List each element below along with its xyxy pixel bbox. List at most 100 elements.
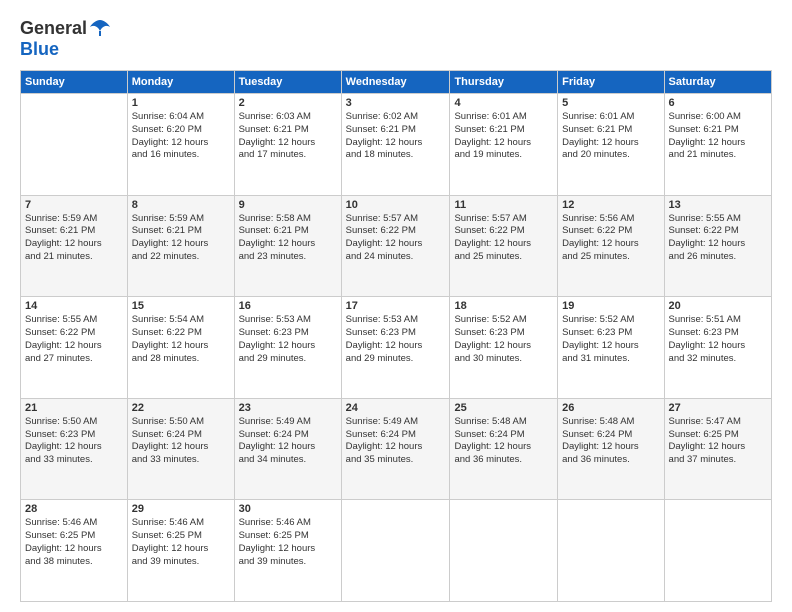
day-number: 27 — [669, 402, 767, 414]
day-number: 17 — [346, 300, 446, 312]
day-info: Sunrise: 5:49 AMSunset: 6:24 PMDaylight:… — [346, 416, 446, 467]
day-number: 16 — [239, 300, 337, 312]
day-info: Sunrise: 6:00 AMSunset: 6:21 PMDaylight:… — [669, 111, 767, 162]
day-info: Sunrise: 5:49 AMSunset: 6:24 PMDaylight:… — [239, 416, 337, 467]
day-number: 19 — [562, 300, 659, 312]
calendar-cell — [450, 500, 558, 602]
weekday-header: Thursday — [450, 71, 558, 94]
logo: General Blue — [20, 18, 111, 60]
day-info: Sunrise: 5:52 AMSunset: 6:23 PMDaylight:… — [562, 314, 659, 365]
day-number: 23 — [239, 402, 337, 414]
day-number: 4 — [454, 97, 553, 109]
logo-blue: Blue — [20, 39, 59, 60]
day-info: Sunrise: 5:53 AMSunset: 6:23 PMDaylight:… — [239, 314, 337, 365]
calendar-cell: 30 Sunrise: 5:46 AMSunset: 6:25 PMDayligh… — [234, 500, 341, 602]
header: General Blue — [20, 18, 772, 60]
calendar-week-row: 28 Sunrise: 5:46 AMSunset: 6:25 PMDayligh… — [21, 500, 772, 602]
calendar-cell: 3 Sunrise: 6:02 AMSunset: 6:21 PMDaylight… — [341, 94, 450, 196]
day-info: Sunrise: 5:58 AMSunset: 6:21 PMDaylight:… — [239, 213, 337, 264]
calendar-cell: 9 Sunrise: 5:58 AMSunset: 6:21 PMDaylight… — [234, 195, 341, 297]
calendar-cell: 13 Sunrise: 5:55 AMSunset: 6:22 PMDayligh… — [664, 195, 771, 297]
calendar-cell: 19 Sunrise: 5:52 AMSunset: 6:23 PMDayligh… — [558, 297, 664, 399]
calendar-week-row: 14Sunrise: 5:55 AMSunset: 6:22 PMDayligh… — [21, 297, 772, 399]
day-info: Sunrise: 5:47 AMSunset: 6:25 PMDaylight:… — [669, 416, 767, 467]
calendar-cell: 24 Sunrise: 5:49 AMSunset: 6:24 PMDayligh… — [341, 398, 450, 500]
day-number: 2 — [239, 97, 337, 109]
day-info: Sunrise: 5:57 AMSunset: 6:22 PMDaylight:… — [346, 213, 446, 264]
calendar-cell: 28 Sunrise: 5:46 AMSunset: 6:25 PMDayligh… — [21, 500, 128, 602]
day-info: Sunrise: 5:46 AMSunset: 6:25 PMDaylight:… — [239, 517, 337, 568]
day-info: Sunrise: 5:59 AMSunset: 6:21 PMDaylight:… — [25, 213, 123, 264]
calendar-cell: 10 Sunrise: 5:57 AMSunset: 6:22 PMDayligh… — [341, 195, 450, 297]
calendar-cell: 23 Sunrise: 5:49 AMSunset: 6:24 PMDayligh… — [234, 398, 341, 500]
calendar-cell: 1 Sunrise: 6:04 AMSunset: 6:20 PMDaylight… — [127, 94, 234, 196]
day-info: Sunrise: 5:50 AMSunset: 6:23 PMDaylight:… — [25, 416, 123, 467]
day-info: Sunrise: 5:57 AMSunset: 6:22 PMDaylight:… — [454, 213, 553, 264]
day-info: Sunrise: 5:54 AMSunset: 6:22 PMDaylight:… — [132, 314, 230, 365]
day-info: Sunrise: 5:50 AMSunset: 6:24 PMDaylight:… — [132, 416, 230, 467]
day-number: 1 — [132, 97, 230, 109]
day-info: Sunrise: 5:48 AMSunset: 6:24 PMDaylight:… — [454, 416, 553, 467]
calendar-cell: 8Sunrise: 5:59 AMSunset: 6:21 PMDaylight… — [127, 195, 234, 297]
day-number: 28 — [25, 503, 123, 515]
day-number: 9 — [239, 199, 337, 211]
weekday-header: Saturday — [664, 71, 771, 94]
day-number: 21 — [25, 402, 123, 414]
weekday-header-row: SundayMondayTuesdayWednesdayThursdayFrid… — [21, 71, 772, 94]
weekday-header: Wednesday — [341, 71, 450, 94]
day-number: 20 — [669, 300, 767, 312]
calendar-cell: 18 Sunrise: 5:52 AMSunset: 6:23 PMDayligh… — [450, 297, 558, 399]
calendar-week-row: 7 Sunrise: 5:59 AMSunset: 6:21 PMDaylight… — [21, 195, 772, 297]
calendar-cell — [664, 500, 771, 602]
day-number: 13 — [669, 199, 767, 211]
calendar-cell: 17 Sunrise: 5:53 AMSunset: 6:23 PMDayligh… — [341, 297, 450, 399]
day-info: Sunrise: 5:48 AMSunset: 6:24 PMDaylight:… — [562, 416, 659, 467]
day-info: Sunrise: 5:55 AMSunset: 6:22 PMDaylight:… — [669, 213, 767, 264]
day-info: Sunrise: 5:52 AMSunset: 6:23 PMDaylight:… — [454, 314, 553, 365]
day-info: Sunrise: 5:46 AMSunset: 6:25 PMDaylight:… — [25, 517, 123, 568]
calendar-cell: 7 Sunrise: 5:59 AMSunset: 6:21 PMDaylight… — [21, 195, 128, 297]
day-number: 18 — [454, 300, 553, 312]
calendar-cell: 4 Sunrise: 6:01 AMSunset: 6:21 PMDaylight… — [450, 94, 558, 196]
calendar-cell: 5 Sunrise: 6:01 AMSunset: 6:21 PMDaylight… — [558, 94, 664, 196]
day-number: 11 — [454, 199, 553, 211]
calendar-cell: 20 Sunrise: 5:51 AMSunset: 6:23 PMDayligh… — [664, 297, 771, 399]
page: General Blue SundayMondayTuesdayWednesda… — [0, 0, 792, 612]
day-info: Sunrise: 5:53 AMSunset: 6:23 PMDaylight:… — [346, 314, 446, 365]
calendar-cell: 16 Sunrise: 5:53 AMSunset: 6:23 PMDayligh… — [234, 297, 341, 399]
day-info: Sunrise: 6:01 AMSunset: 6:21 PMDaylight:… — [454, 111, 553, 162]
calendar-cell: 2Sunrise: 6:03 AMSunset: 6:21 PMDaylight… — [234, 94, 341, 196]
day-info: Sunrise: 6:01 AMSunset: 6:21 PMDaylight:… — [562, 111, 659, 162]
day-info: Sunrise: 5:56 AMSunset: 6:22 PMDaylight:… — [562, 213, 659, 264]
day-number: 30 — [239, 503, 337, 515]
calendar-cell: 29 Sunrise: 5:46 AMSunset: 6:25 PMDayligh… — [127, 500, 234, 602]
day-number: 12 — [562, 199, 659, 211]
calendar: SundayMondayTuesdayWednesdayThursdayFrid… — [20, 70, 772, 602]
day-info: Sunrise: 6:04 AMSunset: 6:20 PMDaylight:… — [132, 111, 230, 162]
day-number: 15 — [132, 300, 230, 312]
calendar-cell — [558, 500, 664, 602]
calendar-cell: 22 Sunrise: 5:50 AMSunset: 6:24 PMDayligh… — [127, 398, 234, 500]
day-number: 7 — [25, 199, 123, 211]
day-info: Sunrise: 5:46 AMSunset: 6:25 PMDaylight:… — [132, 517, 230, 568]
day-number: 24 — [346, 402, 446, 414]
calendar-cell: 14Sunrise: 5:55 AMSunset: 6:22 PMDayligh… — [21, 297, 128, 399]
day-info: Sunrise: 5:55 AMSunset: 6:22 PMDaylight:… — [25, 314, 123, 365]
day-number: 10 — [346, 199, 446, 211]
day-number: 29 — [132, 503, 230, 515]
weekday-header: Friday — [558, 71, 664, 94]
day-number: 8 — [132, 199, 230, 211]
calendar-cell: 11 Sunrise: 5:57 AMSunset: 6:22 PMDayligh… — [450, 195, 558, 297]
day-number: 26 — [562, 402, 659, 414]
calendar-cell: 27 Sunrise: 5:47 AMSunset: 6:25 PMDayligh… — [664, 398, 771, 500]
day-info: Sunrise: 6:02 AMSunset: 6:21 PMDaylight:… — [346, 111, 446, 162]
weekday-header: Tuesday — [234, 71, 341, 94]
logo-text: General — [20, 18, 111, 39]
day-number: 3 — [346, 97, 446, 109]
day-number: 25 — [454, 402, 553, 414]
day-number: 5 — [562, 97, 659, 109]
day-number: 22 — [132, 402, 230, 414]
logo-bird-icon — [89, 19, 111, 37]
day-info: Sunrise: 5:51 AMSunset: 6:23 PMDaylight:… — [669, 314, 767, 365]
weekday-header: Monday — [127, 71, 234, 94]
